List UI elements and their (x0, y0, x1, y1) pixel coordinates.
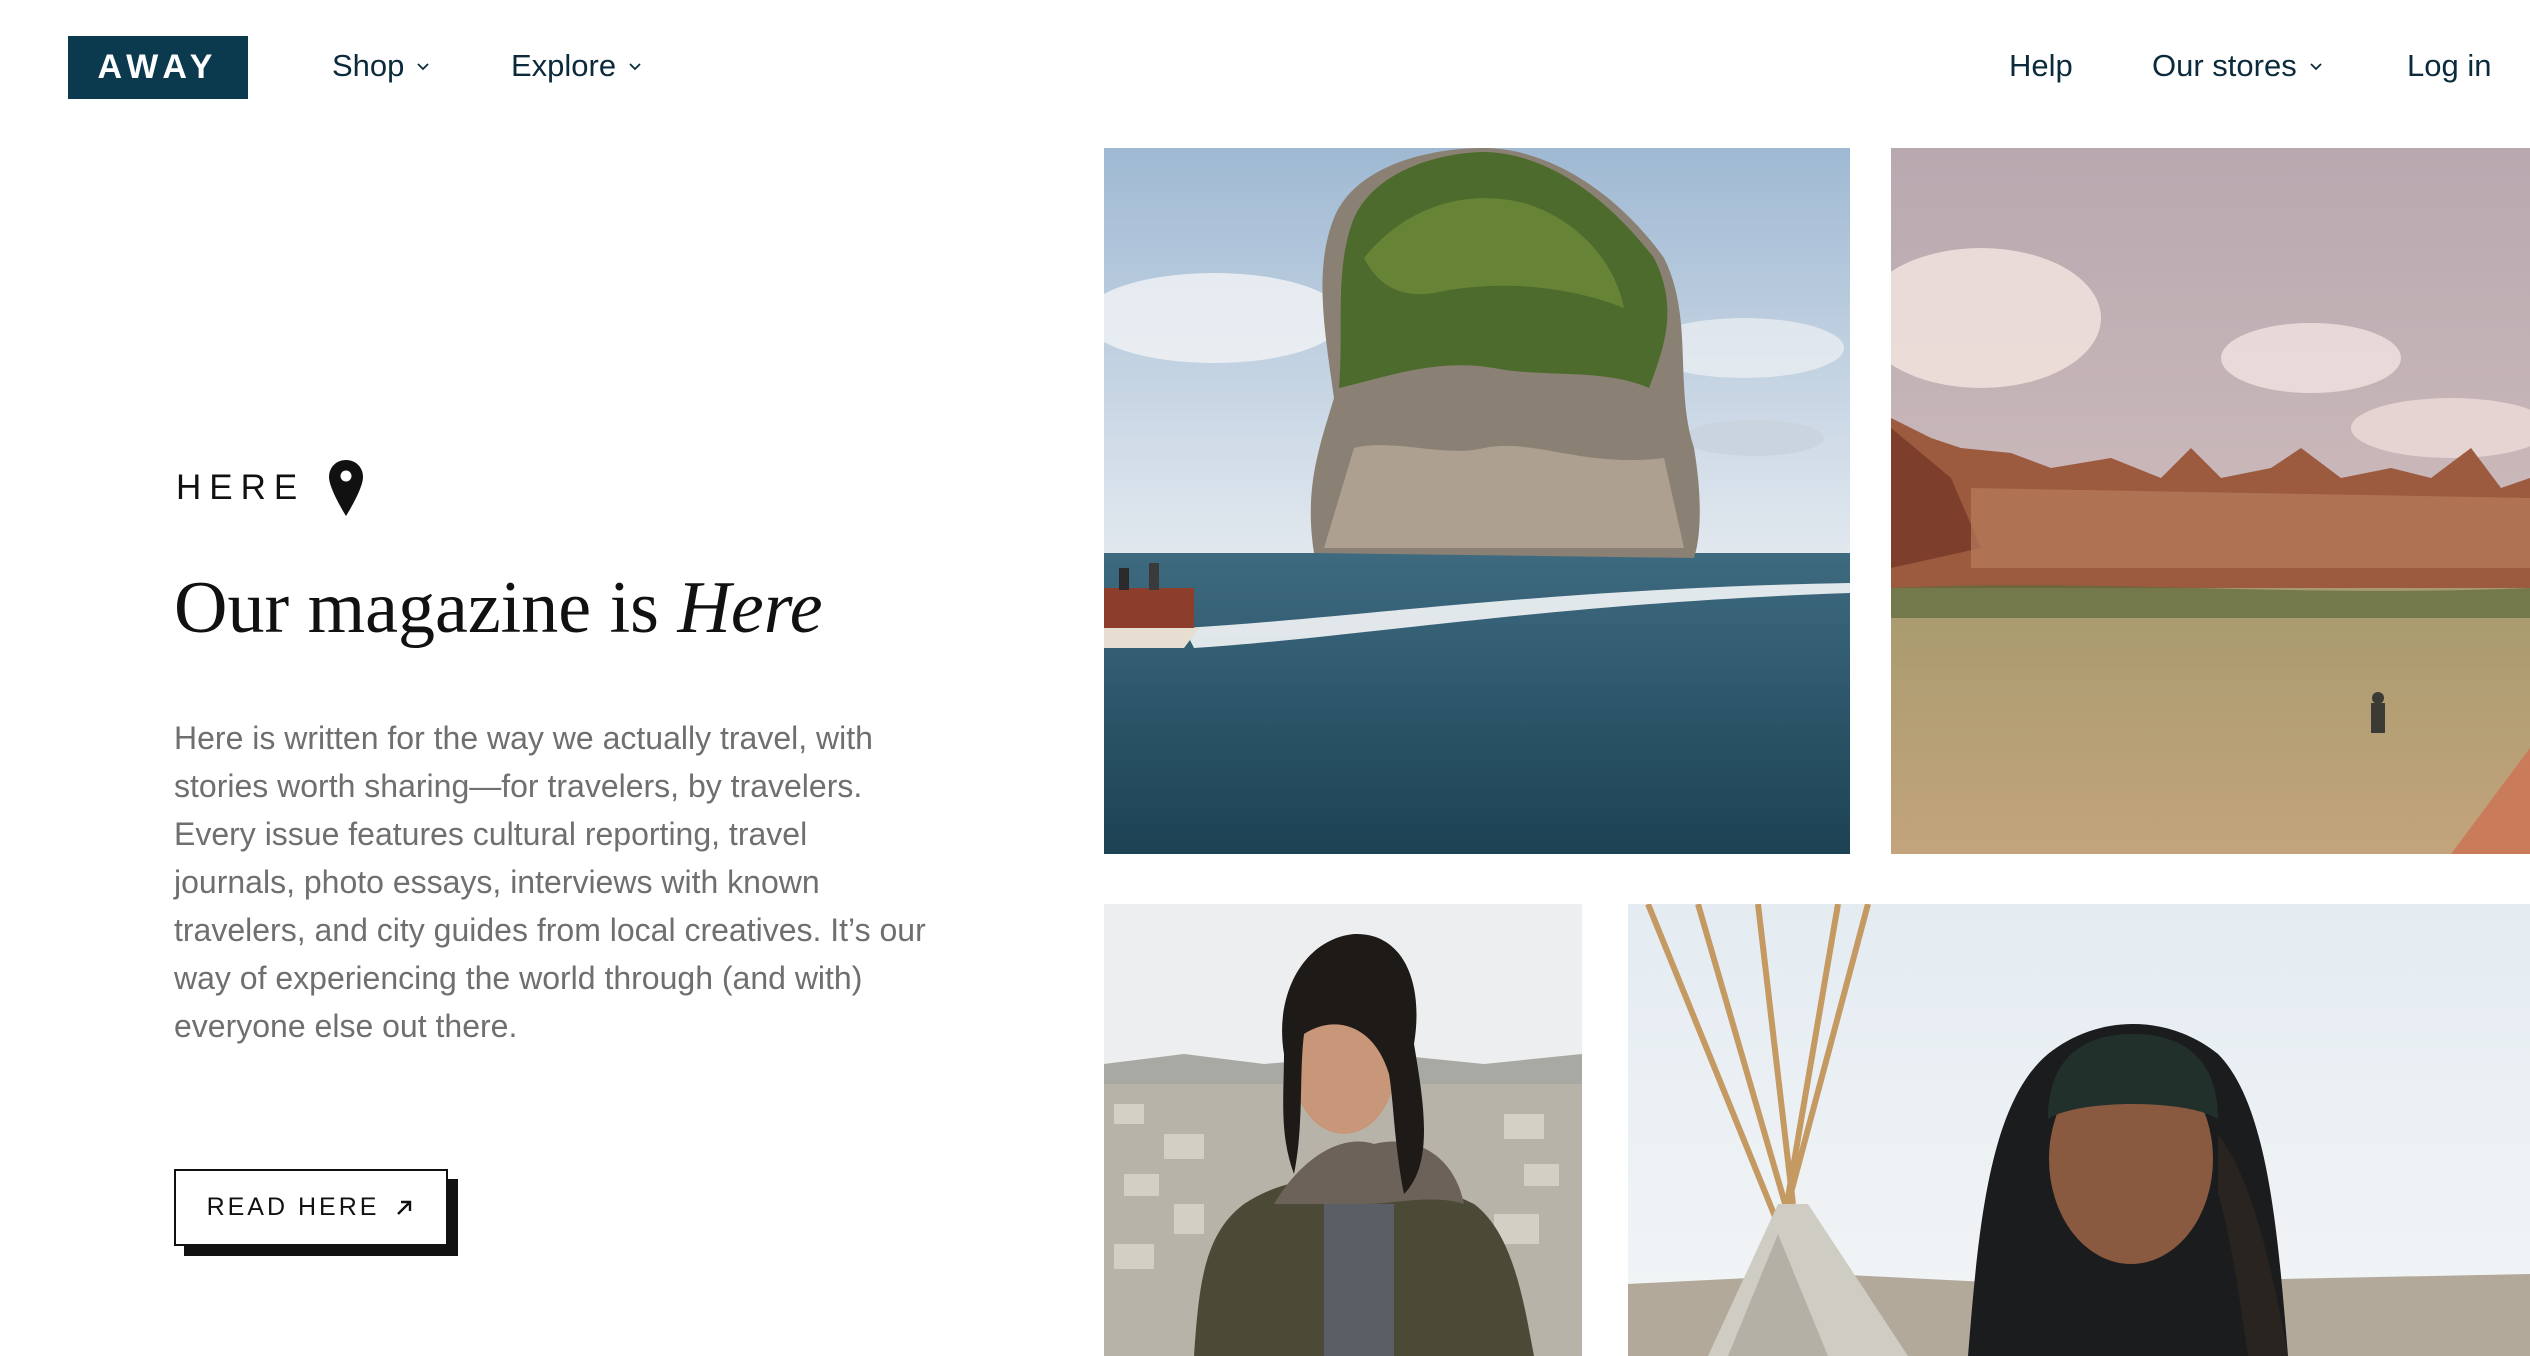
island-rock-photo[interactable] (1104, 148, 1850, 854)
nav-log-in[interactable]: Log in (2407, 44, 2491, 88)
magazine-description: Here is written for the way we actually … (174, 720, 926, 1044)
nav-explore[interactable]: Explore (511, 44, 644, 88)
nav-help[interactable]: Help (2009, 44, 2073, 88)
man-hooded-teepee-photo[interactable] (1628, 904, 2530, 1356)
nav-help-label: Help (2009, 48, 2073, 83)
magazine-eyebrow: HERE (176, 458, 365, 518)
woman-city-view-photo[interactable] (1104, 904, 1582, 1356)
map-pin-icon (329, 460, 364, 516)
headline-prefix: Our magazine is (174, 567, 678, 649)
chevron-down-icon (629, 63, 641, 71)
nav-our-stores-label: Our stores (2152, 48, 2297, 83)
page-title: Our magazine is Here (174, 566, 823, 651)
away-logo[interactable]: AWAY (68, 36, 248, 99)
read-here-button-wrap: READ HERE (174, 1169, 458, 1256)
headline-italic: Here (677, 567, 823, 649)
read-here-label: READ HERE (206, 1193, 380, 1221)
eyebrow-text: HERE (176, 468, 306, 507)
nav-our-stores[interactable]: Our stores (2152, 44, 2325, 88)
nav-shop[interactable]: Shop (332, 44, 432, 88)
nav-explore-label: Explore (511, 48, 617, 83)
page: AWAY Shop Explore Help Our stores Log in… (0, 0, 2530, 1356)
read-here-button[interactable]: READ HERE (174, 1169, 448, 1246)
desert-canyon-photo[interactable] (1891, 148, 2530, 854)
arrow-up-right-icon (397, 1200, 412, 1215)
nav-shop-label: Shop (332, 48, 405, 83)
nav-log-in-label: Log in (2407, 48, 2492, 83)
chevron-down-icon (2310, 63, 2322, 71)
chevron-down-icon (417, 63, 430, 71)
